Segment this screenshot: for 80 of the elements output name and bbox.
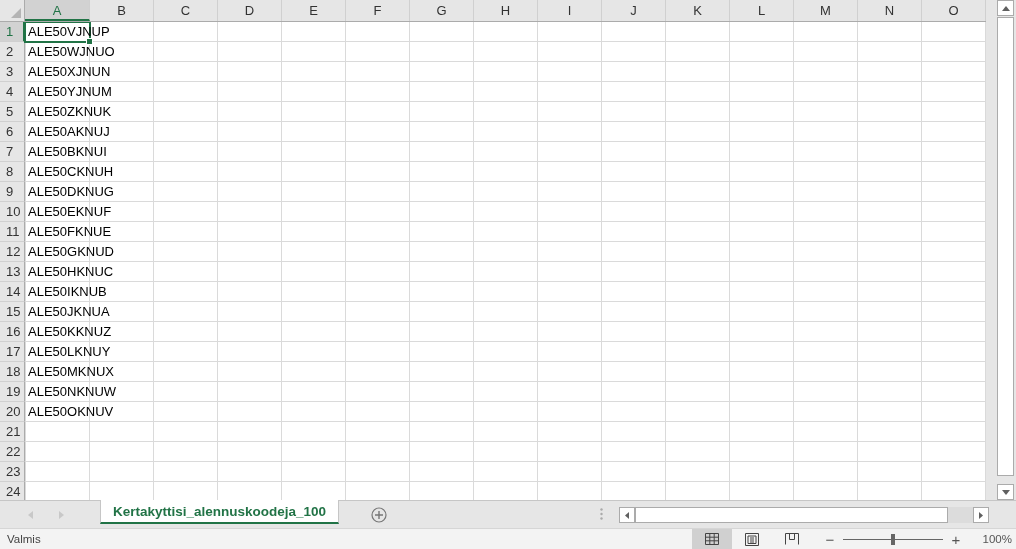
row-header[interactable]: 16 [0,322,25,342]
row-header[interactable]: 5 [0,102,25,122]
column-header[interactable]: J [602,0,666,21]
column-header[interactable]: C [154,0,218,21]
column-header[interactable]: D [218,0,282,21]
table-cell-text: ALE50HKNUC [27,264,114,279]
row-header[interactable]: 2 [0,42,25,62]
table-cell-text: ALE50LKNUY [27,344,111,359]
table-cell-text: ALE50ZKNUK [27,104,112,119]
row-header[interactable]: 1 [0,22,25,42]
page-break-icon [785,533,799,545]
table-cell-text: ALE50XJNUN [27,64,111,79]
row-header[interactable]: 22 [0,442,25,462]
row-header[interactable]: 20 [0,402,25,422]
table-cell-text: ALE50EKNUF [27,204,112,219]
row-header[interactable]: 17 [0,342,25,362]
row-header[interactable]: 19 [0,382,25,402]
table-cell-text: ALE50AKNUJ [27,124,110,139]
row-header[interactable]: 18 [0,362,25,382]
table-cell-text: ALE50DKNUG [27,184,114,199]
triangle-icon [11,8,21,18]
scroll-left-button[interactable] [619,507,635,523]
scroll-down-button[interactable] [997,484,1014,500]
row-header[interactable]: 8 [0,162,25,182]
row-header[interactable]: 7 [0,142,25,162]
zoom-out-button[interactable]: − [822,530,838,548]
up-arrow-icon [1001,5,1010,11]
scrollbar-thumb[interactable] [997,17,1014,476]
row-header[interactable]: 10 [0,202,25,222]
row-header[interactable]: 9 [0,182,25,202]
row-header[interactable]: 12 [0,242,25,262]
column-header[interactable]: E [282,0,346,21]
table-cell-text: ALE50FKNUE [27,224,112,239]
table-cell-text: ALE50WJNUO [27,44,115,59]
sheet-tab[interactable]: Kertakyttisi_alennuskoodeja_100 [100,500,340,524]
row-header[interactable]: 6 [0,122,25,142]
table-cell-text: ALE50KKNUZ [27,324,112,339]
row-header[interactable]: 15 [0,302,25,322]
scrollbar-thumb[interactable] [635,507,948,523]
status-text: Valmis [6,533,41,545]
column-header[interactable]: A [25,0,90,21]
row-header[interactable]: 24 [0,482,25,500]
table-cell-text: ALE50CKNUH [27,164,114,179]
column-header[interactable]: H [474,0,538,21]
row-header[interactable]: 21 [0,422,25,442]
column-header[interactable]: I [538,0,602,21]
column-header[interactable]: B [90,0,154,21]
row-header[interactable]: 14 [0,282,25,302]
row-header[interactable]: 23 [0,462,25,482]
zoom-level[interactable]: 100% [966,533,1016,545]
column-header[interactable]: M [794,0,858,21]
splitter-handle-icon[interactable] [600,508,603,520]
table-cell-text: ALE50IKNUB [27,284,107,299]
table-cell-text: ALE50YJNUM [27,84,112,99]
down-arrow-icon [1001,489,1010,495]
row-header[interactable]: 13 [0,262,25,282]
table-cell-text: ALE50BKNUI [27,144,107,159]
column-header[interactable]: N [858,0,922,21]
left-arrow-icon [625,511,629,519]
grid-icon [705,533,719,545]
table-cell-text: ALE50OKNUV [27,404,114,419]
normal-view-button[interactable] [692,529,732,549]
table-cell-text: ALE50MKNUX [27,364,114,379]
scroll-up-button[interactable] [997,0,1014,16]
row-header[interactable]: 3 [0,62,25,82]
column-header[interactable]: G [410,0,474,21]
zoom-in-button[interactable]: + [948,530,964,548]
table-cell-text: ALE50JKNUA [27,304,110,319]
row-header[interactable]: 4 [0,82,25,102]
column-header[interactable]: L [730,0,794,21]
right-arrow-icon [979,511,983,519]
scroll-right-button[interactable] [973,507,989,523]
table-cell-text: ALE50GKNUD [27,244,114,259]
table-cell-text: ALE50NKNUW [27,384,117,399]
add-sheet-icon[interactable] [371,507,388,523]
column-header[interactable]: K [666,0,730,21]
column-header[interactable]: F [346,0,410,21]
horizontal-scrollbar[interactable] [619,507,989,523]
row-header[interactable]: 11 [0,222,25,242]
page-icon [745,532,759,546]
